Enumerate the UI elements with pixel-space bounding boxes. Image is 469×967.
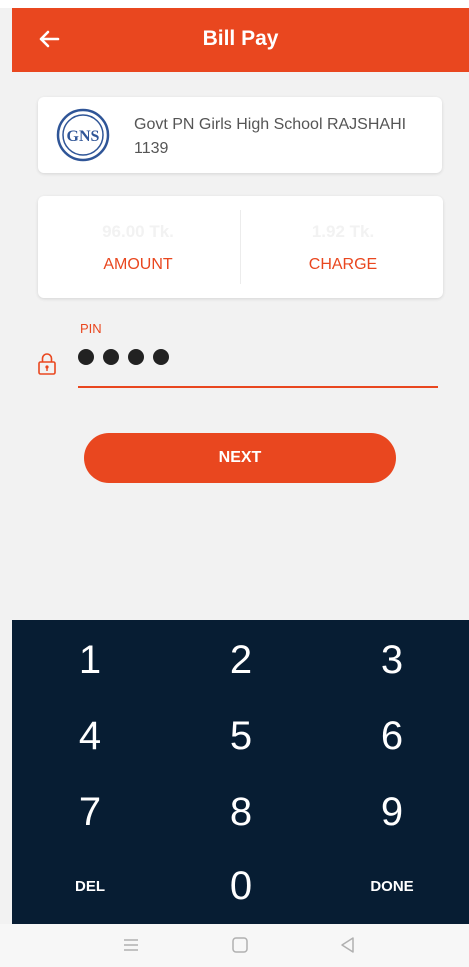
keypad-key-8[interactable]: 8 [165, 774, 317, 850]
summary-divider [240, 210, 241, 284]
amount-label: AMOUNT [103, 256, 173, 273]
pin-dot [78, 349, 94, 365]
keypad-key-3[interactable]: 3 [316, 622, 468, 698]
pin-dot [153, 349, 169, 365]
keypad-key-9[interactable]: 9 [316, 774, 468, 850]
biller-name: Govt PN Girls High School RAJSHAHI [134, 116, 407, 133]
keypad-key-1[interactable]: 1 [14, 622, 166, 698]
keypad-key-del[interactable]: DEL [14, 848, 166, 924]
status-bar [0, 0, 469, 8]
keypad-key-0[interactable]: 0 [165, 848, 317, 924]
system-nav-bar [0, 924, 469, 967]
home-square-icon[interactable] [230, 935, 250, 955]
numeric-keypad: 1 2 3 4 5 6 7 8 9 DEL 0 DONE [12, 620, 469, 924]
biller-code: 1139 [134, 140, 169, 157]
keypad-key-4[interactable]: 4 [14, 698, 166, 774]
keypad-key-7[interactable]: 7 [14, 774, 166, 850]
lock-icon [38, 353, 56, 375]
school-logo: GNS [56, 108, 110, 162]
keypad-key-done[interactable]: DONE [316, 848, 468, 924]
next-button[interactable]: NEXT [84, 433, 396, 483]
app-header: Bill Pay [12, 8, 469, 72]
biller-card: GNS Govt PN Girls High School RAJSHAHI 1… [38, 97, 442, 173]
payment-summary-card: 96.00 Tk. AMOUNT 1.92 Tk. CHARGE [38, 196, 443, 298]
keypad-key-6[interactable]: 6 [316, 698, 468, 774]
svg-text:GNS: GNS [67, 128, 100, 145]
back-triangle-icon[interactable] [338, 935, 358, 955]
page-title: Bill Pay [202, 27, 279, 50]
pin-dot [128, 349, 144, 365]
keypad-key-5[interactable]: 5 [165, 698, 317, 774]
keypad-key-2[interactable]: 2 [165, 622, 317, 698]
charge-label: CHARGE [308, 256, 378, 273]
pin-label: PIN [80, 321, 102, 336]
pin-underline [78, 386, 438, 388]
charge-value: 1.92 Tk. [311, 222, 375, 241]
pin-input[interactable] [78, 349, 169, 365]
menu-icon[interactable] [121, 935, 141, 955]
amount-value: 96.00 Tk. [102, 222, 174, 241]
biller-details: Govt PN Girls High School RAJSHAHI 1139 [134, 113, 434, 161]
pin-dot [103, 349, 119, 365]
